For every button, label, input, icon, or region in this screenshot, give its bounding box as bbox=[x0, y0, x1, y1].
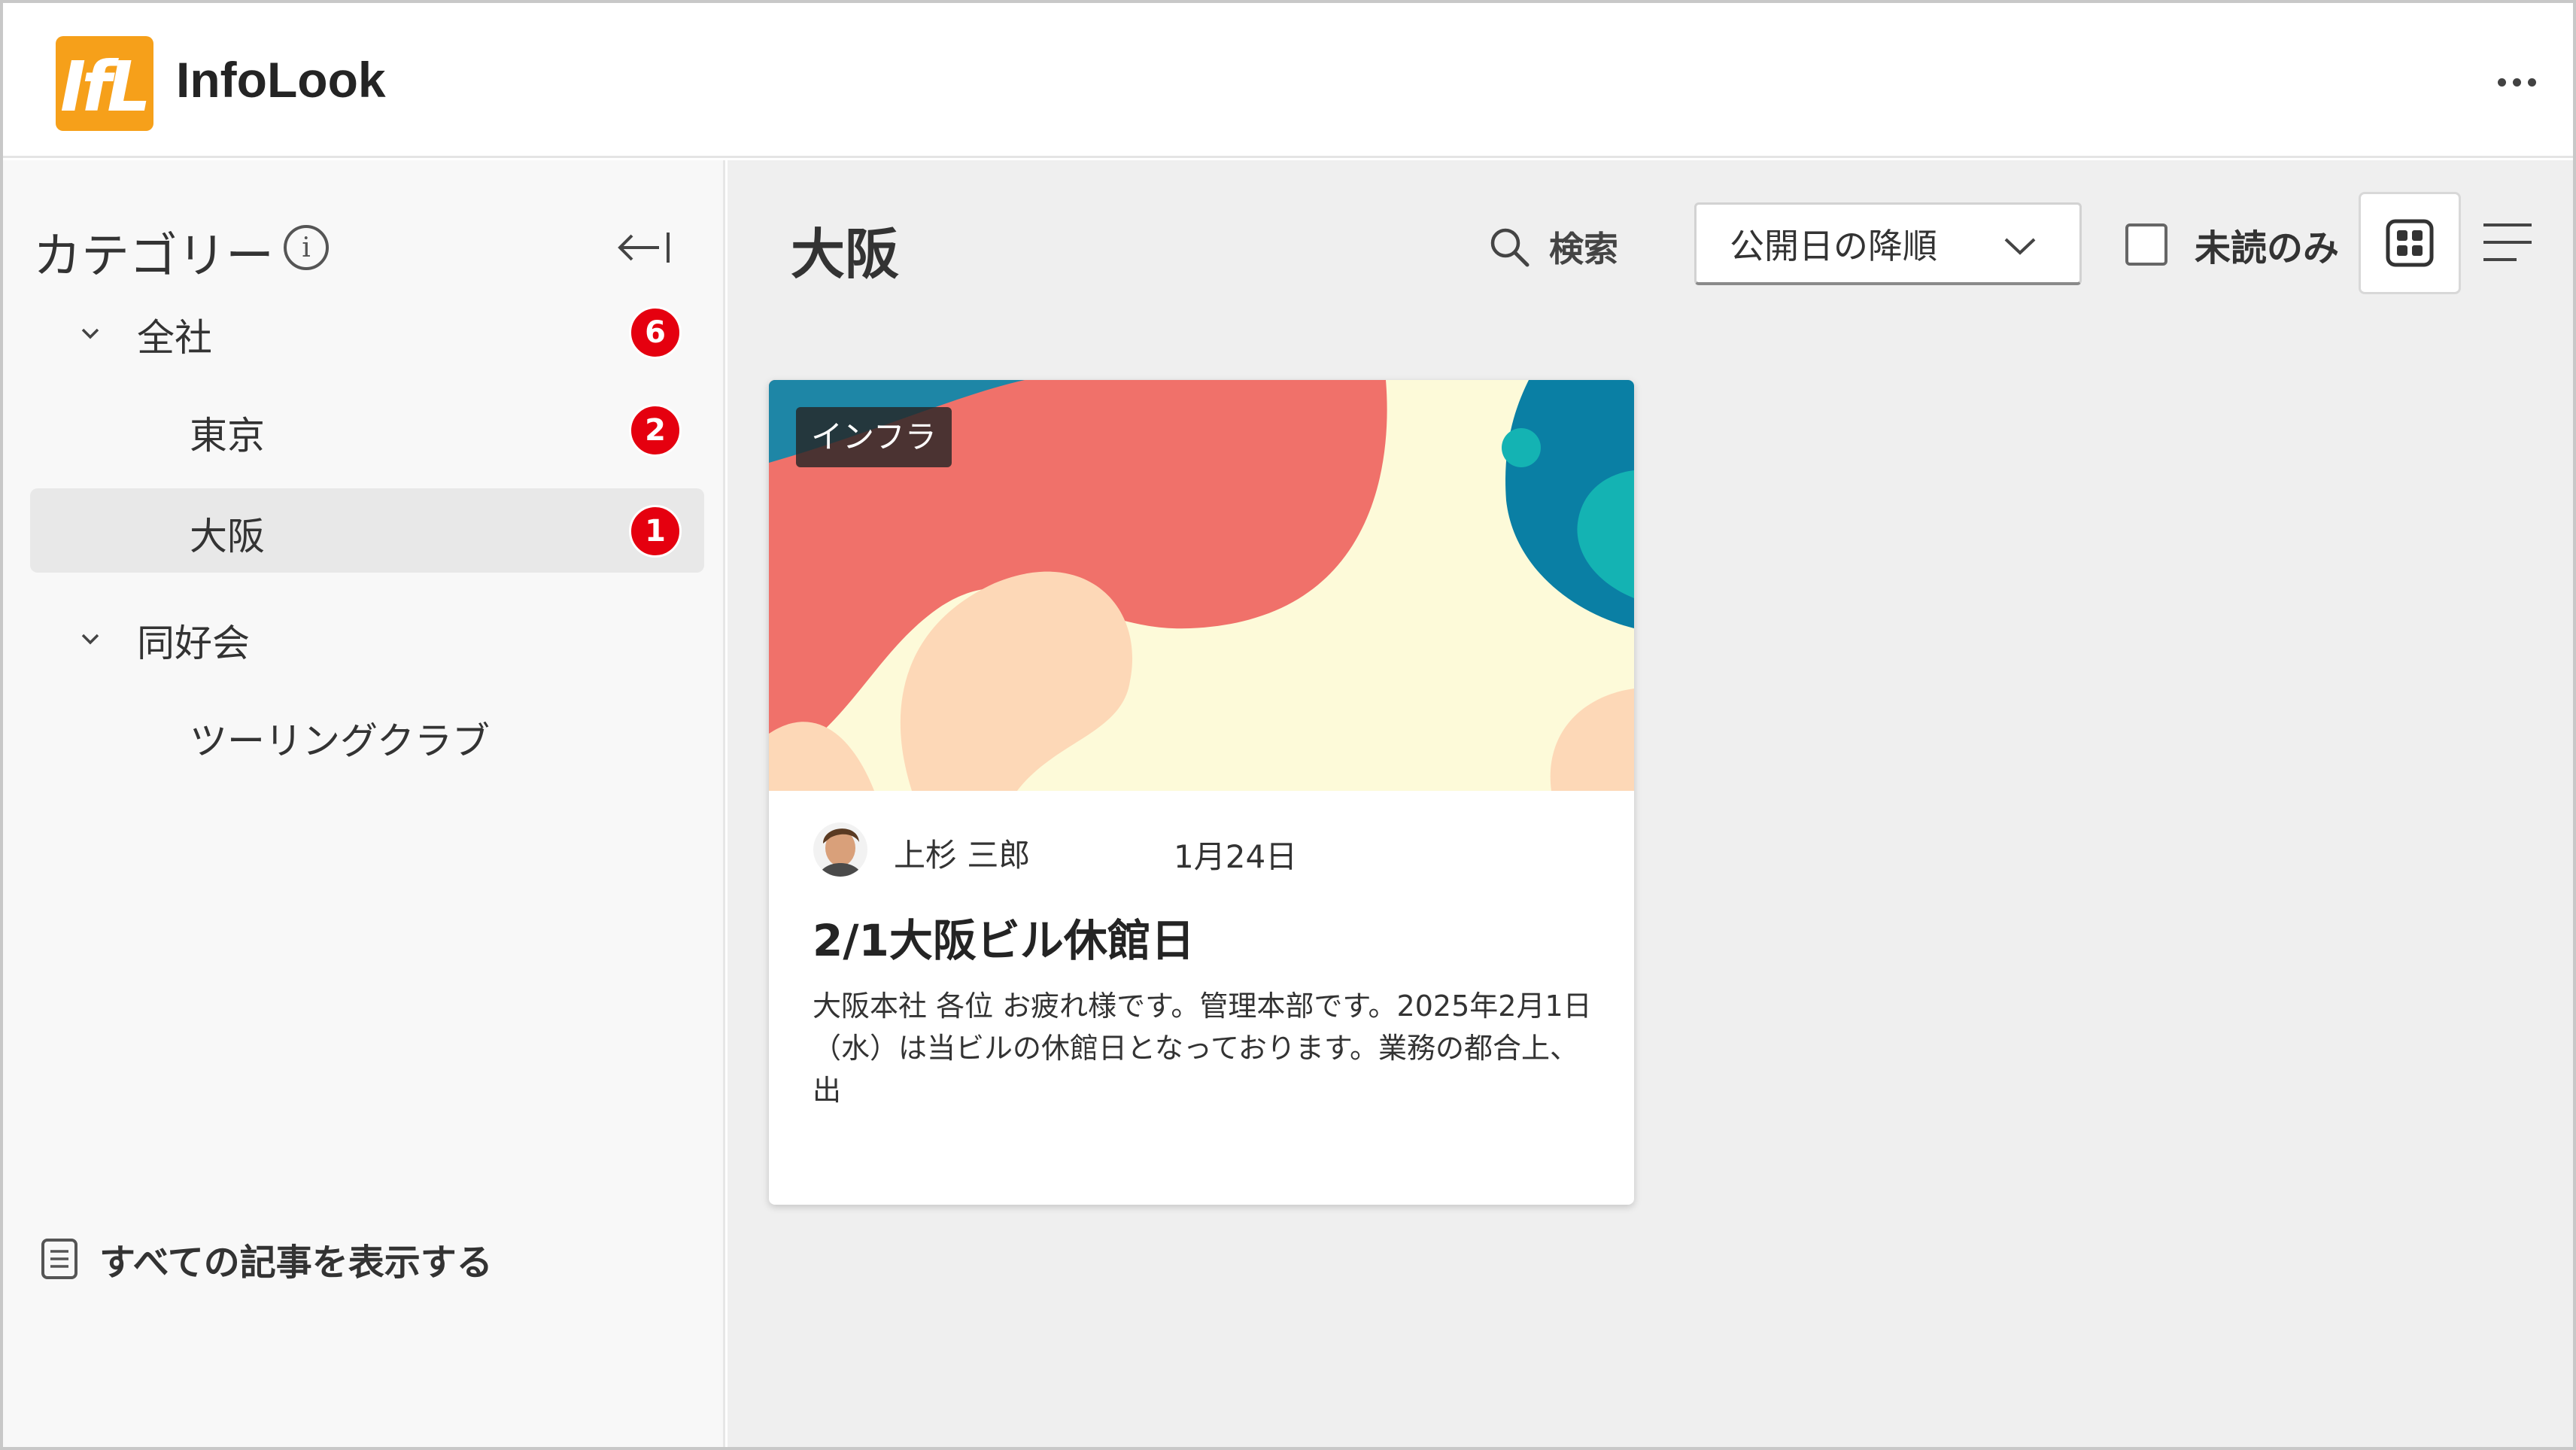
show-all-articles-link[interactable]: すべての記事を表示する bbox=[41, 1229, 493, 1289]
search-icon bbox=[1490, 228, 1530, 267]
unread-count-badge: 6 bbox=[629, 306, 682, 359]
sidebar-item-tokyo[interactable]: 東京 2 bbox=[30, 388, 704, 472]
info-icon[interactable]: i bbox=[284, 225, 329, 270]
grid-view-icon bbox=[2386, 219, 2434, 267]
unread-only-toggle[interactable]: 未読のみ bbox=[2125, 222, 2339, 269]
author-name: 上杉 三郎 bbox=[894, 837, 1031, 874]
document-list-icon bbox=[41, 1239, 77, 1279]
article-card[interactable]: インフラ 上杉 三郎 1月24日 2/1大阪ビル休館日 大阪本社 各位 お疲れ様… bbox=[769, 380, 1634, 1205]
sidebar-title: カテゴリー bbox=[33, 229, 274, 284]
list-view-icon[interactable] bbox=[2480, 219, 2535, 266]
sidebar-item-doukoukai[interactable]: 同好会 bbox=[30, 595, 704, 679]
chevron-down-icon[interactable] bbox=[75, 624, 105, 654]
search-label: 検索 bbox=[1549, 229, 1618, 269]
more-horizontal-icon bbox=[2497, 78, 2506, 87]
publish-date: 1月24日 bbox=[1174, 838, 1298, 875]
sidebar-item-label: 大阪 bbox=[190, 515, 265, 558]
chevron-down-icon bbox=[2004, 238, 2036, 255]
sidebar-item-label: 東京 bbox=[190, 414, 265, 457]
unread-only-label: 未読のみ bbox=[2195, 227, 2340, 269]
category-sidebar: カテゴリー i 全社 6 東京 2 大阪 1 同好会 ツーリングクラブ すべての… bbox=[3, 160, 725, 1447]
unread-count-badge: 2 bbox=[629, 404, 682, 457]
unread-only-checkbox[interactable] bbox=[2125, 223, 2167, 266]
sidebar-item-label: ツーリングクラブ bbox=[190, 719, 490, 763]
article-excerpt: 大阪本社 各位 お疲れ様です。管理本部です。2025年2月1日（水）は当ビルの休… bbox=[813, 989, 1592, 1107]
sort-order-value: 公開日の降順 bbox=[1730, 225, 1937, 266]
sidebar-item-label: 同好会 bbox=[137, 622, 250, 665]
app-header: IfL InfoLook bbox=[3, 3, 2573, 158]
sidebar-item-zensha[interactable]: 全社 6 bbox=[30, 290, 704, 374]
unread-count-badge: 1 bbox=[629, 505, 682, 558]
chevron-down-icon[interactable] bbox=[75, 318, 105, 348]
category-tag: インフラ bbox=[796, 407, 952, 467]
page-title: 大阪 bbox=[791, 223, 900, 286]
sidebar-item-touring-club[interactable]: ツーリングクラブ bbox=[30, 693, 704, 777]
search-button[interactable]: 検索 bbox=[1487, 213, 1618, 281]
article-title: 2/1大阪ビル休館日 bbox=[813, 915, 1195, 966]
sidebar-item-label: 全社 bbox=[137, 316, 212, 360]
app-title: InfoLook bbox=[176, 52, 386, 108]
author-avatar bbox=[813, 822, 867, 877]
app-logo: IfL bbox=[56, 36, 153, 131]
grid-view-button[interactable] bbox=[2359, 192, 2461, 294]
main-content: 大阪 検索 公開日の降順 未読のみ インフラ 上杉 三郎 1月24日 2/1大阪… bbox=[728, 160, 2573, 1447]
collapse-sidebar-icon[interactable] bbox=[614, 225, 674, 270]
more-options-button[interactable] bbox=[2490, 63, 2543, 101]
sort-order-dropdown[interactable]: 公開日の降順 bbox=[1694, 202, 2082, 285]
sidebar-item-osaka[interactable]: 大阪 1 bbox=[30, 488, 704, 573]
show-all-articles-label: すべての記事を表示する bbox=[99, 1242, 493, 1284]
